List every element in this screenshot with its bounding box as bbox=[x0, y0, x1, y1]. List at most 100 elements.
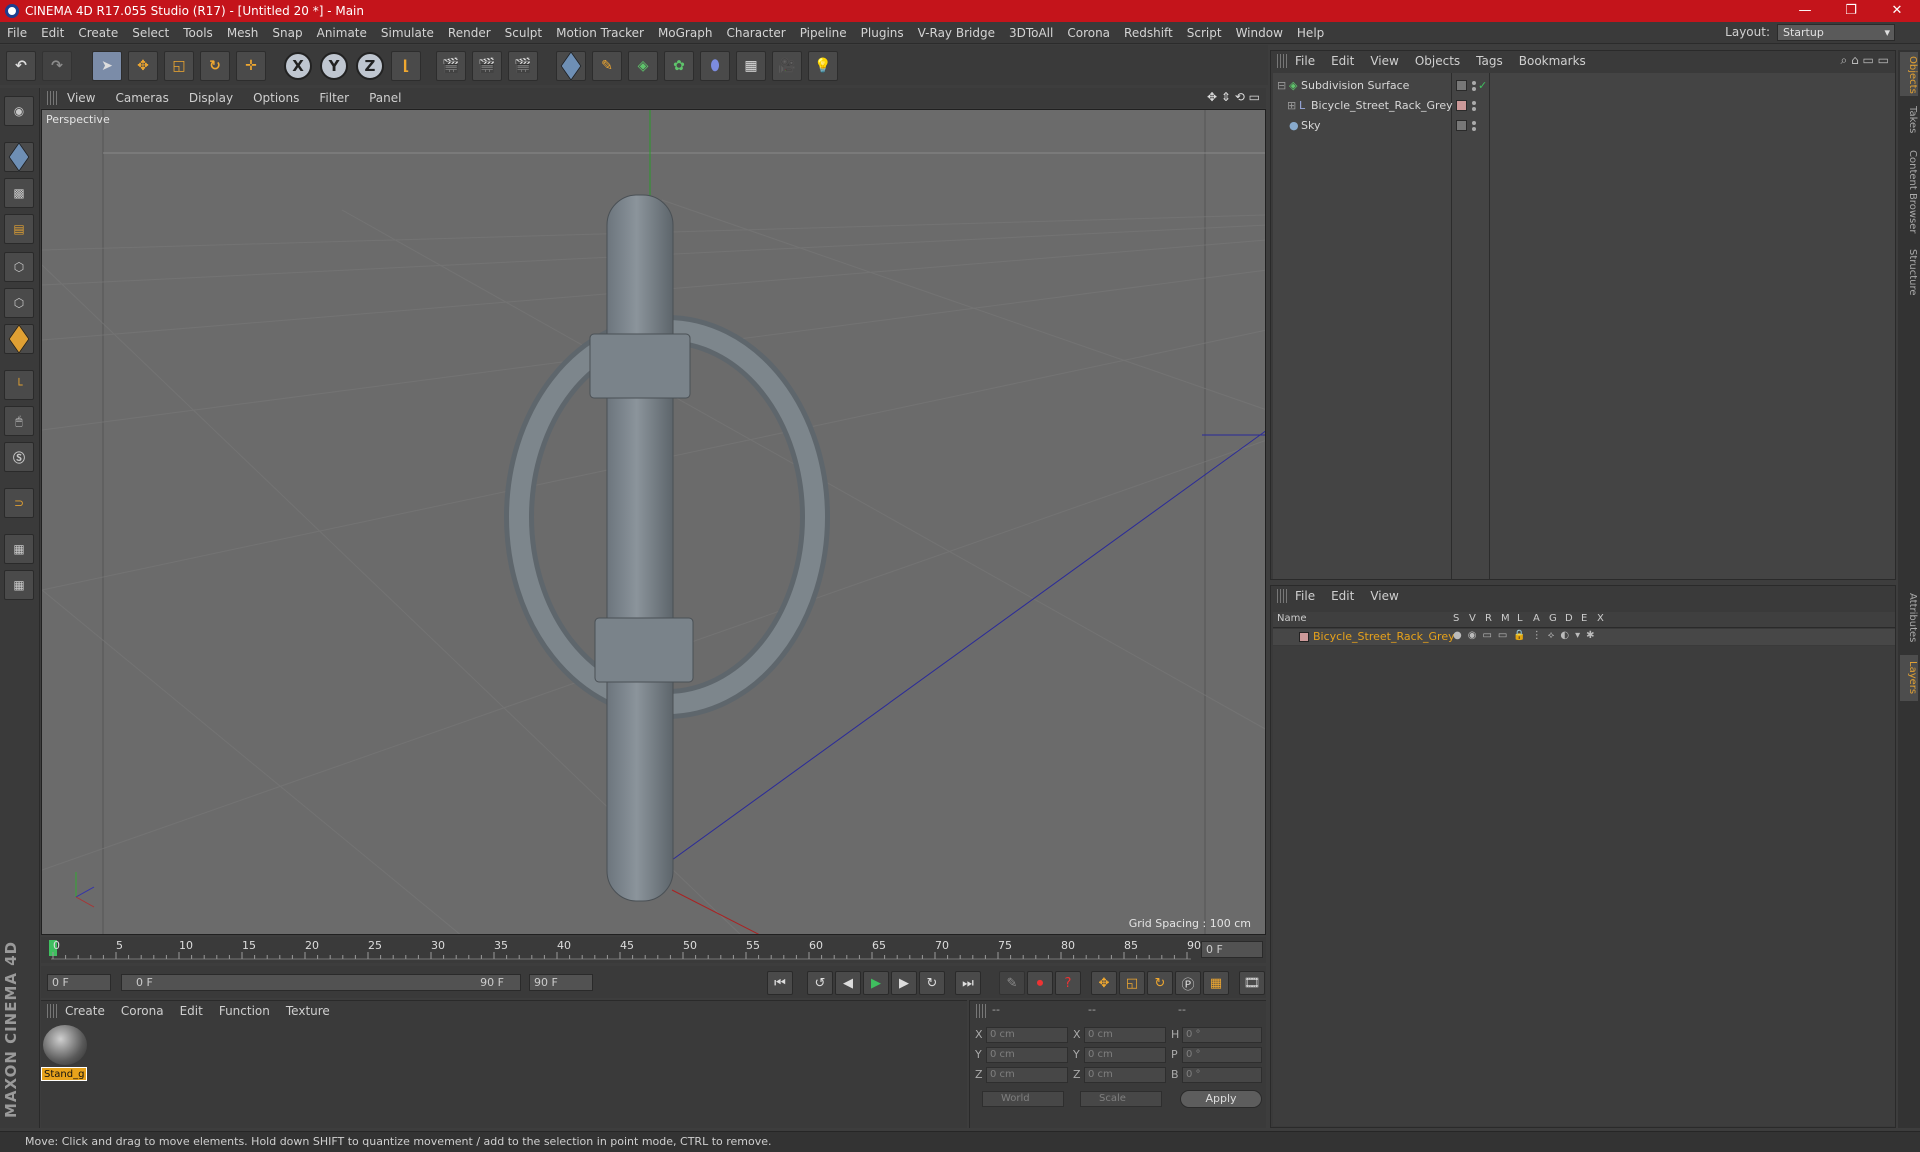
menu-pipeline[interactable]: Pipeline bbox=[793, 26, 854, 40]
column-view[interactable]: V bbox=[1469, 613, 1476, 624]
previous-key-button[interactable]: ↺ bbox=[807, 971, 833, 995]
rot-p-field[interactable]: 0 ° bbox=[1182, 1047, 1262, 1063]
add-cube-button[interactable] bbox=[556, 51, 586, 81]
layer-color-tag[interactable] bbox=[1456, 100, 1467, 111]
column-solo[interactable]: S bbox=[1453, 613, 1459, 624]
scale-tool-button[interactable]: ◱ bbox=[164, 51, 194, 81]
key-pla-button[interactable]: ▦ bbox=[1203, 971, 1229, 995]
add-floor-button[interactable]: ▦ bbox=[736, 51, 766, 81]
live-selection-button[interactable]: ➤ bbox=[92, 51, 122, 81]
tree-collapse-icon[interactable]: ⊟ bbox=[1277, 77, 1286, 95]
layers-menu-edit[interactable]: Edit bbox=[1323, 589, 1362, 603]
object-name[interactable]: Subdivision Surface bbox=[1301, 77, 1409, 95]
menu-character[interactable]: Character bbox=[719, 26, 792, 40]
add-light-button[interactable]: 💡 bbox=[808, 51, 838, 81]
viewport-menu-cameras[interactable]: Cameras bbox=[105, 91, 178, 105]
viewport-menu-panel[interactable]: Panel bbox=[359, 91, 411, 105]
objects-menu-view[interactable]: View bbox=[1362, 54, 1406, 68]
menu-redshift[interactable]: Redshift bbox=[1117, 26, 1180, 40]
material-menu-create[interactable]: Create bbox=[57, 1004, 113, 1018]
previous-frame-button[interactable]: ◀ bbox=[835, 971, 861, 995]
polygons-mode-button[interactable] bbox=[4, 324, 34, 354]
material-menu-corona[interactable]: Corona bbox=[113, 1004, 172, 1018]
objects-menu-tags[interactable]: Tags bbox=[1468, 54, 1511, 68]
pos-x-field[interactable]: 0 cm bbox=[986, 1027, 1068, 1043]
menu-window[interactable]: Window bbox=[1229, 26, 1290, 40]
layer-flag-icons[interactable]: ●◉▭▭🔒⋮⟡◐▾✱ bbox=[1453, 630, 1601, 641]
object-name[interactable]: Bicycle_Street_Rack_Grey bbox=[1311, 97, 1453, 115]
add-spline-button[interactable]: ✎ bbox=[592, 51, 622, 81]
next-frame-button[interactable]: ▶ bbox=[891, 971, 917, 995]
tab-objects[interactable]: Objects bbox=[1900, 52, 1918, 96]
range-slider[interactable]: 0 F 90 F bbox=[121, 974, 521, 991]
menu-motion-tracker[interactable]: Motion Tracker bbox=[549, 26, 651, 40]
x-axis-button[interactable]: X bbox=[283, 51, 313, 81]
column-expressions[interactable]: E bbox=[1581, 613, 1587, 624]
edges-mode-button[interactable]: ⬡ bbox=[4, 288, 34, 318]
record-button[interactable]: ⏺ bbox=[1027, 971, 1053, 995]
next-key-button[interactable]: ↻ bbox=[919, 971, 945, 995]
object-name[interactable]: Sky bbox=[1301, 117, 1320, 135]
size-x-field[interactable]: 0 cm bbox=[1084, 1027, 1166, 1043]
points-mode-button[interactable]: ⬡ bbox=[4, 252, 34, 282]
render-picture-viewer-button[interactable]: 🎬 bbox=[472, 51, 502, 81]
menu-corona[interactable]: Corona bbox=[1060, 26, 1117, 40]
size-z-field[interactable]: 0 cm bbox=[1084, 1067, 1166, 1083]
visibility-toggle[interactable] bbox=[1456, 80, 1467, 91]
key-rotation-button[interactable]: ↻ bbox=[1147, 971, 1173, 995]
tab-attributes[interactable]: Attributes bbox=[1900, 585, 1918, 651]
render-visibility-dot[interactable] bbox=[1472, 107, 1476, 111]
viewport-menu-display[interactable]: Display bbox=[179, 91, 243, 105]
key-scale-button[interactable]: ◱ bbox=[1119, 971, 1145, 995]
pos-y-field[interactable]: 0 cm bbox=[986, 1047, 1068, 1063]
tab-structure[interactable]: Structure bbox=[1900, 244, 1918, 300]
timeline-ruler[interactable]: 0 5 10 15 20 25 30 35 40 45 50 55 60 65 70 75 80 85 90 0 F bbox=[41, 937, 1266, 963]
go-to-start-button[interactable]: ⏮ bbox=[767, 971, 793, 995]
minimize-button[interactable]: — bbox=[1782, 0, 1828, 22]
workplane-lock-button[interactable]: ▦ bbox=[4, 534, 34, 564]
column-generators[interactable]: G bbox=[1549, 613, 1557, 624]
layers-menu-file[interactable]: File bbox=[1287, 589, 1323, 603]
panel-grip-icon[interactable] bbox=[976, 1004, 986, 1018]
render-view-button[interactable]: 🎬 bbox=[436, 51, 466, 81]
snap-button[interactable]: Ⓢ bbox=[4, 442, 34, 472]
make-editable-button[interactable]: ◉ bbox=[4, 96, 34, 126]
rot-b-field[interactable]: 0 ° bbox=[1182, 1067, 1262, 1083]
move-tool-button[interactable]: ✥ bbox=[128, 51, 158, 81]
tab-content-browser[interactable]: Content Browser bbox=[1900, 144, 1918, 240]
object-manager-nav-icons[interactable]: ⌕ ⌂ ▭ ▭ bbox=[1841, 53, 1889, 68]
editor-visibility-dot[interactable] bbox=[1472, 81, 1476, 85]
menu-mesh[interactable]: Mesh bbox=[220, 26, 266, 40]
menu-simulate[interactable]: Simulate bbox=[374, 26, 441, 40]
add-subdivision-button[interactable]: ◈ bbox=[628, 51, 658, 81]
transform-tool-button[interactable]: ✛ bbox=[236, 51, 266, 81]
menu-select[interactable]: Select bbox=[125, 26, 176, 40]
add-mograph-button[interactable]: ✿ bbox=[664, 51, 694, 81]
layer-list-empty-area[interactable] bbox=[1273, 646, 1895, 1126]
3d-viewport[interactable]: Perspective Grid Spacing : 100 cm bbox=[41, 109, 1266, 935]
menu-file[interactable]: File bbox=[0, 26, 34, 40]
y-axis-button[interactable]: Y bbox=[319, 51, 349, 81]
restore-button[interactable]: ❐ bbox=[1828, 0, 1874, 22]
menu-sculpt[interactable]: Sculpt bbox=[498, 26, 549, 40]
workplane-mode-button[interactable]: ▤ bbox=[4, 214, 34, 244]
panel-grip-icon[interactable] bbox=[1277, 589, 1287, 603]
material-name[interactable]: Stand_g bbox=[41, 1067, 87, 1081]
layers-menu-view[interactable]: View bbox=[1362, 589, 1406, 603]
viewport-menu-options[interactable]: Options bbox=[243, 91, 309, 105]
render-settings-button[interactable]: 🎬 bbox=[508, 51, 538, 81]
objects-menu-edit[interactable]: Edit bbox=[1323, 54, 1362, 68]
editor-visibility-dot[interactable] bbox=[1472, 121, 1476, 125]
panel-grip-icon[interactable] bbox=[47, 91, 57, 105]
objects-menu-bookmarks[interactable]: Bookmarks bbox=[1511, 54, 1594, 68]
menu-help[interactable]: Help bbox=[1290, 26, 1331, 40]
key-param-button[interactable]: Ⓟ bbox=[1175, 971, 1201, 995]
size-y-field[interactable]: 0 cm bbox=[1084, 1047, 1166, 1063]
menu-mograph[interactable]: MoGraph bbox=[651, 26, 720, 40]
object-row-sky[interactable]: ● Sky bbox=[1273, 117, 1895, 135]
menu-script[interactable]: Script bbox=[1180, 26, 1229, 40]
material-menu-texture[interactable]: Texture bbox=[278, 1004, 338, 1018]
editor-visibility-dot[interactable] bbox=[1472, 101, 1476, 105]
apply-button[interactable]: Apply bbox=[1180, 1090, 1262, 1108]
column-manager[interactable]: M bbox=[1501, 613, 1510, 624]
